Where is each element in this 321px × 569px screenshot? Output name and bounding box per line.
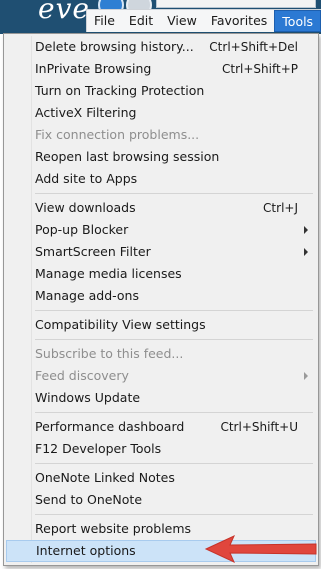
menu-item-label: Add site to Apps	[35, 171, 138, 186]
menu-item-shortcut: Ctrl+Shift+Del	[209, 40, 298, 54]
menu-item-label: OneNote Linked Notes	[35, 470, 175, 485]
menu-item-label: Fix connection problems...	[35, 127, 200, 142]
address-bar[interactable]	[156, 0, 316, 8]
menu-item-compatibility-view-settings[interactable]: Compatibility View settings	[6, 314, 316, 336]
menu-item-fix-connection-problems: Fix connection problems...	[6, 124, 316, 146]
menu-item-inprivate-browsing[interactable]: InPrivate Browsing Ctrl+Shift+P	[6, 58, 316, 80]
menu-item-label: Turn on Tracking Protection	[35, 83, 205, 98]
menu-item-pop-up-blocker[interactable]: Pop-up Blocker	[6, 219, 316, 241]
menu-item-turn-on-tracking-protection[interactable]: Turn on Tracking Protection	[6, 80, 316, 102]
menu-item-label: Delete browsing history...	[35, 39, 194, 54]
menu-item-label: InPrivate Browsing	[35, 61, 152, 76]
menu-file[interactable]: File	[87, 10, 122, 32]
menu-item-label: Manage media licenses	[35, 266, 182, 281]
menu-separator	[6, 409, 316, 416]
menu-tools[interactable]: Tools	[274, 10, 321, 32]
menu-separator	[6, 307, 316, 314]
menu-item-label: Manage add-ons	[35, 288, 139, 303]
chevron-right-icon	[304, 372, 308, 380]
menu-item-send-to-onenote[interactable]: Send to OneNote	[6, 489, 316, 511]
menu-item-manage-add-ons[interactable]: Manage add-ons	[6, 285, 316, 307]
menu-item-label: Internet options	[36, 543, 136, 558]
menu-view[interactable]: View	[160, 10, 204, 32]
menu-item-label: Reopen last browsing session	[35, 149, 220, 164]
menu-item-smartscreen-filter[interactable]: SmartScreen Filter	[6, 241, 316, 263]
menu-item-shortcut: Ctrl+Shift+U	[220, 420, 298, 434]
tools-menu: Delete browsing history... Ctrl+Shift+Del…	[3, 33, 319, 566]
menu-item-label: SmartScreen Filter	[35, 244, 151, 259]
menu-item-label: Report website problems	[35, 521, 192, 536]
chevron-right-icon	[304, 226, 308, 234]
menu-item-label: Performance dashboard	[35, 419, 185, 434]
menu-item-manage-media-licenses[interactable]: Manage media licenses	[6, 263, 316, 285]
menu-favorites[interactable]: Favorites	[204, 10, 274, 32]
menu-item-onenote-linked-notes[interactable]: OneNote Linked Notes	[6, 467, 316, 489]
site-brand: eve	[38, 0, 90, 25]
menu-item-f12-developer-tools[interactable]: F12 Developer Tools	[6, 438, 316, 460]
menu-item-windows-update[interactable]: Windows Update	[6, 387, 316, 409]
menu-item-label: Pop-up Blocker	[35, 222, 129, 237]
menu-bar: File Edit View Favorites Tools H	[86, 9, 321, 32]
menu-item-reopen-last-browsing-session[interactable]: Reopen last browsing session	[6, 146, 316, 168]
menu-separator	[6, 336, 316, 343]
menu-item-subscribe-to-this-feed: Subscribe to this feed...	[6, 343, 316, 365]
menu-item-performance-dashboard[interactable]: Performance dashboard Ctrl+Shift+U	[6, 416, 316, 438]
menu-edit[interactable]: Edit	[122, 10, 160, 32]
menu-item-shortcut: Ctrl+J	[263, 201, 298, 215]
menu-item-shortcut: Ctrl+Shift+P	[222, 62, 298, 76]
menu-item-view-downloads[interactable]: View downloads Ctrl+J	[6, 197, 316, 219]
red-arrow-annotation	[204, 534, 317, 564]
menu-item-label: ActiveX Filtering	[35, 105, 137, 120]
menu-item-activex-filtering[interactable]: ActiveX Filtering	[6, 102, 316, 124]
menu-item-label: Windows Update	[35, 390, 141, 405]
chevron-right-icon	[304, 248, 308, 256]
menu-item-label: Subscribe to this feed...	[35, 346, 184, 361]
menu-item-label: F12 Developer Tools	[35, 441, 162, 456]
menu-item-label: Feed discovery	[35, 368, 129, 383]
menu-separator	[6, 460, 316, 467]
menu-separator	[6, 511, 316, 518]
menu-item-label: View downloads	[35, 200, 136, 215]
menu-item-label: Compatibility View settings	[35, 317, 206, 332]
menu-item-delete-browsing-history[interactable]: Delete browsing history... Ctrl+Shift+Del	[6, 36, 316, 58]
menu-separator	[6, 190, 316, 197]
menu-item-add-site-to-apps[interactable]: Add site to Apps	[6, 168, 316, 190]
menu-item-label: Send to OneNote	[35, 492, 143, 507]
menu-item-feed-discovery: Feed discovery	[6, 365, 316, 387]
